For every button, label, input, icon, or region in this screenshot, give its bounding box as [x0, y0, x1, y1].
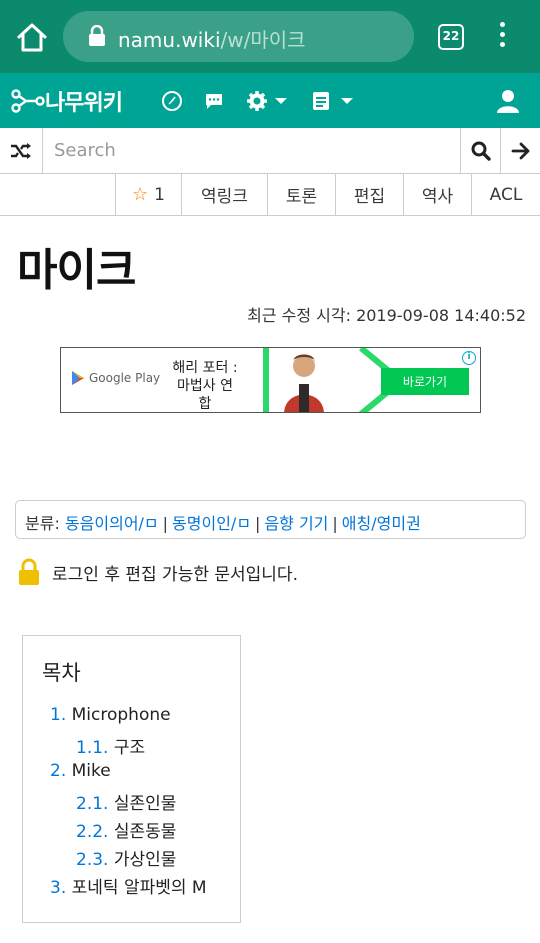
- category-link[interactable]: 동음이의어/ㅁ: [65, 514, 159, 533]
- play-store-icon: [72, 371, 84, 385]
- ad-character-image: [284, 354, 324, 412]
- ad-headline-line1: 해리 포터 :: [172, 360, 238, 376]
- tab-history[interactable]: 역사: [403, 174, 471, 215]
- arrow-right-icon: [511, 142, 529, 159]
- toc-number[interactable]: 2.: [50, 761, 66, 781]
- settings-dropdown[interactable]: [246, 73, 288, 128]
- toc-label: Microphone: [71, 705, 171, 725]
- toc-item[interactable]: 2.3. 가상인물: [76, 845, 176, 870]
- category-link[interactable]: 애칭/영미권: [342, 514, 421, 533]
- url-text: namu.wiki/w/마이크: [118, 24, 306, 53]
- protection-text: 로그인 후 편집 가능한 문서입니다.: [52, 564, 298, 585]
- caret-down-icon: [275, 97, 287, 104]
- google-play-badge: Google Play: [71, 370, 160, 386]
- search-button[interactable]: [461, 128, 501, 173]
- star-icon: ☆: [132, 184, 149, 205]
- site-logo[interactable]: 나무위키: [11, 73, 123, 128]
- discussion-icon[interactable]: [204, 73, 224, 128]
- site-nav: 나무위키: [0, 73, 540, 128]
- star-count: 1: [154, 184, 165, 205]
- go-button[interactable]: [501, 128, 540, 173]
- toc-item[interactable]: 3. 포네틱 알파벳의 M: [50, 873, 207, 898]
- caret-down-icon: [341, 97, 353, 104]
- url-path: /w/마이크: [220, 28, 306, 52]
- tab-discussion[interactable]: 토론: [267, 174, 335, 215]
- url-host: namu.wiki: [118, 28, 221, 52]
- toc-item[interactable]: 1. Microphone: [50, 705, 171, 725]
- ad-decoration: [263, 348, 269, 412]
- toc-number[interactable]: 1.1.: [76, 738, 108, 758]
- toc-number[interactable]: 2.2.: [76, 822, 108, 842]
- ad-store-name: Google Play: [89, 371, 161, 385]
- lock-icon: [87, 24, 107, 47]
- category-box: 분류: 동음이의어/ㅁ | 동명이인/ㅁ | 음향 기기 | 애칭/영미권: [15, 500, 526, 539]
- logo-text: 나무위키: [45, 90, 123, 116]
- document-icon: [313, 91, 329, 110]
- last-modified-value: 2019-09-08 14:40:52: [356, 306, 526, 325]
- last-modified: 최근 수정 시각: 2019-09-08 14:40:52: [247, 302, 526, 326]
- document-dropdown[interactable]: [312, 73, 354, 128]
- logo-tree-icon: [11, 88, 45, 113]
- category-label: 분류:: [25, 514, 60, 533]
- recent-changes-icon[interactable]: [161, 73, 183, 128]
- toc-item[interactable]: 2.2. 실존동물: [76, 817, 176, 842]
- tab-switcher-button[interactable]: 22: [438, 24, 464, 50]
- toc-number[interactable]: 2.1.: [76, 794, 108, 814]
- ad-headline: 해리 포터 : 마법사 연합: [171, 359, 239, 412]
- star-button[interactable]: ☆ 1: [115, 174, 181, 215]
- toc-number[interactable]: 2.3.: [76, 850, 108, 870]
- toc-item[interactable]: 2.1. 실존인물: [76, 789, 176, 814]
- category-link[interactable]: 동명이인/ㅁ: [172, 514, 251, 533]
- ad-cta-button[interactable]: 바로가기: [381, 368, 469, 395]
- toc-label: 포네틱 알파벳의 M: [71, 878, 207, 898]
- ad-info-icon[interactable]: i: [462, 351, 476, 365]
- browser-toolbar: namu.wiki/w/마이크 22: [0, 0, 540, 73]
- toc-number[interactable]: 1.: [50, 705, 66, 725]
- toc-item[interactable]: 1.1. 구조: [76, 733, 145, 758]
- toc-label: 실존동물: [113, 822, 177, 842]
- user-icon[interactable]: [496, 73, 520, 128]
- protection-notice: 로그인 후 편집 가능한 문서입니다.: [18, 558, 298, 586]
- advertisement-banner[interactable]: Google Play 해리 포터 : 마법사 연합 바로가기 i: [60, 347, 481, 413]
- random-document-button[interactable]: [0, 128, 43, 173]
- search-icon: [471, 141, 491, 161]
- toc-number[interactable]: 3.: [50, 878, 66, 898]
- shuffle-icon: [11, 142, 31, 159]
- search-input[interactable]: [43, 128, 461, 173]
- gear-icon: [247, 90, 267, 111]
- table-of-contents: 목차 1. Microphone 1.1. 구조 2. Mike 2.1. 실존…: [22, 635, 241, 923]
- tab-edit[interactable]: 편집: [335, 174, 403, 215]
- ad-headline-line2: 마법사 연합: [177, 378, 233, 412]
- page-title: 마이크: [17, 245, 136, 296]
- home-icon[interactable]: [14, 20, 50, 54]
- toc-item[interactable]: 2. Mike: [50, 761, 111, 781]
- last-modified-label: 최근 수정 시각:: [247, 306, 351, 325]
- document-tabs: ☆ 1 역링크 토론 편집 역사 ACL: [0, 174, 540, 216]
- toc-label: 실존인물: [113, 794, 177, 814]
- toc-title: 목차: [42, 661, 81, 685]
- toc-label: Mike: [71, 761, 111, 781]
- lock-icon: [19, 558, 39, 585]
- toc-label: 가상인물: [113, 850, 177, 870]
- address-bar[interactable]: namu.wiki/w/마이크: [63, 11, 414, 62]
- more-menu-icon[interactable]: [494, 22, 510, 52]
- toc-label: 구조: [113, 738, 146, 758]
- tab-acl[interactable]: ACL: [471, 174, 540, 215]
- tab-backlinks[interactable]: 역링크: [181, 174, 267, 215]
- search-bar: [0, 128, 540, 174]
- category-link[interactable]: 음향 기기: [264, 514, 328, 533]
